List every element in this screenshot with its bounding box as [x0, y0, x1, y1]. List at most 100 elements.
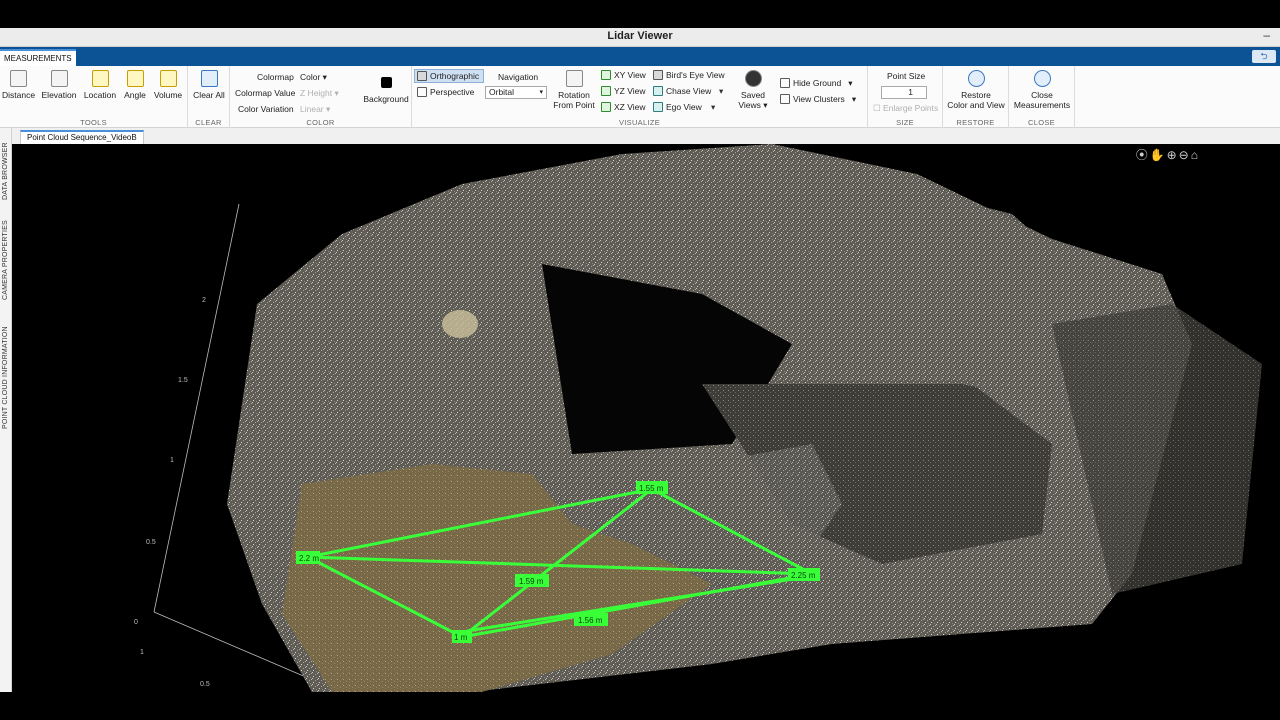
ego-view-button[interactable]: Ego View: [653, 102, 702, 112]
background-label: Background: [363, 94, 409, 104]
rotation-from-point-button[interactable]: Rotation From Point: [552, 70, 596, 110]
measurement-label: 1.59 m: [519, 577, 544, 586]
angle-label: Angle: [124, 90, 146, 100]
chase-view-button[interactable]: Chase View: [653, 86, 711, 96]
yz-view-button[interactable]: YZ View: [601, 86, 646, 96]
tick-label: 2: [202, 297, 206, 304]
perspective-option[interactable]: Perspective: [417, 87, 474, 97]
hide-ground-button[interactable]: Hide Ground ▾: [780, 78, 853, 89]
tab-point-cloud-sequence[interactable]: Point Cloud Sequence_VideoB: [20, 130, 144, 144]
rotation-icon: [565, 70, 583, 87]
close-line2: Measurements: [1013, 100, 1071, 110]
chevron-down-icon: ▾: [539, 89, 543, 96]
xy-view-icon: [601, 70, 611, 80]
enlarge-points-checkbox[interactable]: ☐ Enlarge Points: [873, 103, 938, 114]
hide-ground-icon: [780, 78, 790, 88]
navigation-label: Navigation: [498, 72, 539, 82]
tick-label: 0.5: [200, 681, 210, 688]
colormap-dropdown[interactable]: Color ▾: [300, 72, 327, 83]
minimize-button[interactable]: –: [1263, 28, 1270, 42]
location-icon: [91, 70, 109, 87]
volume-button[interactable]: Volume: [152, 70, 184, 100]
clear-all-button[interactable]: Clear All: [191, 70, 227, 100]
clear-all-label: Clear All: [193, 90, 225, 100]
distance-icon: [9, 70, 27, 87]
restore-color-view-button[interactable]: Restore Color and View: [945, 70, 1007, 110]
side-tab-data-browser[interactable]: DATA BROWSER: [0, 136, 12, 206]
birds-eye-icon: [653, 70, 663, 80]
point-cloud-scene: 2 1.5 1 0.5 0 1 0.5 0: [134, 144, 1262, 692]
measurement-label: 1 m: [454, 633, 468, 642]
tick-label: 1: [170, 457, 174, 464]
colormap-value-value: Z Height: [300, 88, 333, 98]
size-group: Point Size 1 ☐ Enlarge Points SIZE: [868, 66, 943, 128]
angle-icon: [126, 70, 144, 87]
ego-view-icon: [653, 102, 663, 112]
clear-group-label: CLEAR: [195, 118, 222, 127]
restore-group-label: RESTORE: [956, 118, 995, 127]
measurement-label: 1.55 m: [639, 484, 664, 493]
saved-views-button[interactable]: Saved Views ▾: [734, 70, 772, 111]
undock-icon[interactable]: ⮌: [1252, 50, 1276, 63]
tools-group: Distance Elevation Location Angle Volume…: [0, 66, 188, 128]
color-variation-value: Linear: [300, 104, 324, 114]
tick-label: 0.5: [146, 539, 156, 546]
xz-view-button[interactable]: XZ View: [601, 102, 646, 112]
tick-label: 1: [140, 649, 144, 656]
title-bar: Lidar Viewer –: [0, 28, 1280, 47]
measurement-label: 2.25 m: [791, 571, 816, 580]
lidar-viewer-window: Lidar Viewer – MEASUREMENTS ⮌ Distance E…: [0, 28, 1280, 692]
birds-eye-view-button[interactable]: Bird's Eye View: [653, 70, 725, 80]
clear-all-icon: [200, 70, 218, 87]
navigation-select[interactable]: Orbital ▾: [485, 86, 547, 99]
views-label: Views: [738, 100, 761, 110]
color-variation-dropdown[interactable]: Linear ▾: [300, 104, 330, 115]
distance-button[interactable]: Distance: [2, 70, 35, 100]
point-cloud-viewport[interactable]: 2 1.5 1 0.5 0 1 0.5 0: [12, 144, 1280, 692]
point-size-spinner[interactable]: 1: [881, 86, 927, 99]
point-size-label: Point Size: [887, 71, 926, 81]
restore-icon: [967, 70, 985, 87]
close-measurements-button[interactable]: Close Measurements: [1011, 70, 1073, 110]
restore-line2: Color and View: [947, 100, 1005, 110]
visualize-group: Orthographic Perspective Navigation Orbi…: [412, 66, 868, 128]
volume-label: Volume: [153, 90, 183, 100]
birds-eye-label: Bird's Eye View: [666, 70, 725, 80]
orthographic-icon: [417, 71, 427, 81]
elevation-button[interactable]: Elevation: [40, 70, 78, 100]
elevation-icon: [50, 70, 68, 87]
window-title: Lidar Viewer: [607, 30, 673, 42]
from-point-label: From Point: [553, 100, 595, 110]
side-tab-point-cloud-information[interactable]: POINT CLOUD INFORMATION: [0, 318, 12, 438]
colormap-value-dropdown[interactable]: Z Height ▾: [300, 88, 339, 99]
saved-label: Saved: [740, 90, 766, 100]
location-button[interactable]: Location: [83, 70, 117, 100]
background-button[interactable]: Background: [363, 70, 409, 104]
tick-label: 1.5: [178, 377, 188, 384]
volume-icon: [159, 70, 177, 87]
side-tab-camera-properties[interactable]: CAMERA PROPERTIES: [0, 214, 12, 306]
xz-view-icon: [601, 102, 611, 112]
chase-view-icon: [653, 86, 663, 96]
size-group-label: SIZE: [896, 118, 914, 127]
clear-group: Clear All CLEAR: [188, 66, 230, 128]
navigation-value: Orbital: [489, 87, 515, 97]
close-line1: Close: [1031, 90, 1053, 100]
ego-view-dropdown[interactable]: ▾: [711, 102, 715, 113]
colormap-value-label: Colormap Value: [235, 88, 296, 98]
visualize-group-label: VISUALIZE: [618, 118, 661, 127]
enlarge-points-label: Enlarge Points: [882, 103, 939, 113]
chase-view-dropdown[interactable]: ▾: [719, 86, 723, 97]
restore-line1: Restore: [961, 90, 991, 100]
viewport-toolbar[interactable]: ⦿✋⊕⊖⌂: [1136, 146, 1200, 163]
tab-measurements[interactable]: MEASUREMENTS: [0, 49, 76, 66]
restore-group: Restore Color and View RESTORE: [943, 66, 1009, 128]
angle-button[interactable]: Angle: [123, 70, 147, 100]
yz-view-icon: [601, 86, 611, 96]
point-cloud: [227, 144, 1262, 692]
xy-view-button[interactable]: XY View: [601, 70, 646, 80]
measurement-label: 1.56 m: [578, 616, 603, 625]
perspective-label: Perspective: [430, 87, 475, 97]
hide-ground-label: Hide Ground: [793, 78, 842, 88]
view-clusters-button[interactable]: View Clusters ▾: [780, 94, 856, 105]
